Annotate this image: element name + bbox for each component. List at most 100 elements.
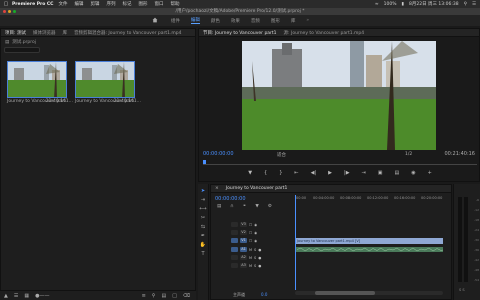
add-button-icon[interactable]: + <box>428 170 432 176</box>
add-marker-icon[interactable]: ▼ <box>255 204 258 209</box>
mute-track-button[interactable]: M <box>249 248 252 252</box>
tab-program[interactable]: 节目: Journey to Vancouver part1 <box>203 30 277 36</box>
tab-libraries[interactable]: 库 <box>62 30 67 36</box>
close-window-button[interactable] <box>3 10 6 13</box>
toggle-output-icon[interactable]: ◉ <box>254 223 257 227</box>
workspace-effects[interactable]: 效果 <box>231 18 240 24</box>
track-label[interactable]: A3 <box>240 263 247 268</box>
icon-view-icon[interactable]: ▦ <box>24 293 29 299</box>
microphone-icon[interactable]: ● <box>258 264 261 268</box>
nest-icon[interactable]: ▤ <box>217 204 221 209</box>
menu-markers[interactable]: 标记 <box>122 1 131 7</box>
mute-track-button[interactable]: M <box>249 264 252 268</box>
workspace-libraries[interactable]: 库 <box>291 18 296 24</box>
tab-sequence[interactable]: Journey to Vancouver part1 <box>226 186 288 191</box>
new-bin-icon[interactable]: ▤ <box>161 293 166 299</box>
play-icon[interactable]: ▶ <box>328 170 332 176</box>
apple-icon[interactable]:  <box>3 1 9 7</box>
track-label[interactable]: A1 <box>240 247 247 252</box>
go-to-out-icon[interactable]: ⇥ <box>362 170 366 176</box>
clock[interactable]: 8月22日 周三 13:06:38 <box>409 1 459 7</box>
export-frame-icon[interactable]: ◉ <box>411 170 415 176</box>
timeline-audio-clip[interactable] <box>295 247 443 252</box>
lock-track-icon[interactable]: ☐ <box>249 239 252 243</box>
go-to-in-icon[interactable]: ⇤ <box>294 170 298 176</box>
menu-list-icon[interactable]: ☰ <box>472 2 476 7</box>
tab-media-browser[interactable]: 媒体浏览器 <box>33 30 56 36</box>
close-tab-icon[interactable]: × <box>215 186 219 191</box>
minimize-window-button[interactable] <box>8 10 11 13</box>
microphone-icon[interactable]: ● <box>258 248 261 252</box>
workspace-assembly[interactable]: 组件 <box>171 18 180 24</box>
clip-item[interactable]: Journey to Vancouver part1... 21:40:16 <box>7 61 73 104</box>
menu-clip[interactable]: 剪辑 <box>90 1 99 7</box>
source-patch-toggle[interactable] <box>231 263 238 268</box>
toggle-output-icon[interactable]: ◉ <box>254 239 257 243</box>
mark-in-icon[interactable]: { <box>264 170 267 176</box>
menu-file[interactable]: 文件 <box>58 1 67 7</box>
program-playhead[interactable] <box>203 160 206 164</box>
fit-dropdown[interactable]: 适合 <box>277 152 286 158</box>
menu-window[interactable]: 窗口 <box>154 1 163 7</box>
workspace-editing[interactable]: 编辑 <box>190 17 200 24</box>
mark-out-icon[interactable]: } <box>279 170 282 176</box>
menu-edit[interactable]: 编辑 <box>74 1 83 7</box>
solo-track-button[interactable]: S <box>254 248 256 252</box>
track-label[interactable]: V1 <box>240 238 247 243</box>
wifi-icon[interactable]: ≈ <box>375 2 379 7</box>
tab-project[interactable]: 项目: 测试 <box>5 30 26 36</box>
source-patch-toggle[interactable] <box>231 222 238 227</box>
lock-track-icon[interactable]: ☐ <box>249 223 252 227</box>
workspace-graphics[interactable]: 图形 <box>271 18 280 24</box>
source-patch-toggle[interactable] <box>231 238 238 243</box>
menu-help[interactable]: 帮助 <box>170 1 179 7</box>
step-back-icon[interactable]: ◀| <box>311 170 317 176</box>
clip-thumbnail[interactable] <box>7 61 67 98</box>
pen-tool-icon[interactable]: ✒ <box>198 233 208 242</box>
list-view-icon[interactable]: ☰ <box>14 293 18 299</box>
solo-track-button[interactable]: S <box>254 256 256 260</box>
type-tool-icon[interactable]: T <box>198 251 208 260</box>
program-scrubber[interactable] <box>203 160 477 165</box>
source-patch-toggle[interactable] <box>231 230 238 235</box>
battery-icon[interactable]: ▮ <box>402 2 404 7</box>
delete-icon[interactable]: ⌫ <box>183 293 190 299</box>
search-icon[interactable]: ⚲ <box>464 2 467 7</box>
selection-tool-icon[interactable]: ➤ <box>198 188 208 197</box>
extract-icon[interactable]: ▤ <box>394 170 399 176</box>
menu-graphics[interactable]: 图形 <box>138 1 147 7</box>
linked-selection-icon[interactable]: ⚭ <box>243 204 247 209</box>
source-patch-toggle[interactable] <box>231 247 238 252</box>
lift-icon[interactable]: ▣ <box>378 170 383 176</box>
lock-icon[interactable]: ▲ <box>4 293 8 299</box>
home-icon[interactable] <box>152 17 158 23</box>
clip-thumbnail[interactable] <box>75 61 135 98</box>
workspace-color[interactable]: 颜色 <box>211 18 220 24</box>
tab-source[interactable]: 源: Journey to Vancouver part1.mp4 <box>284 30 365 36</box>
track-label[interactable]: A2 <box>240 255 247 260</box>
timeline-playhead[interactable] <box>295 195 296 290</box>
find-icon[interactable]: ⚲ <box>152 293 156 299</box>
step-forward-icon[interactable]: |▶ <box>344 170 350 176</box>
mute-track-button[interactable]: M <box>249 256 252 260</box>
add-marker-icon[interactable]: ▼ <box>248 170 252 176</box>
microphone-icon[interactable]: ● <box>258 256 261 260</box>
workspace-audio[interactable]: 音频 <box>251 18 260 24</box>
app-menu[interactable]: Premiere Pro CC <box>12 2 53 7</box>
clip-item[interactable]: Journey to Vancouver part1... 21:40:16 <box>75 61 141 104</box>
more-workspaces-button[interactable]: » <box>306 18 309 23</box>
snap-icon[interactable]: ∩ <box>230 204 233 209</box>
resolution-dropdown[interactable]: 1/2 <box>405 152 412 157</box>
timeline-scrollbar[interactable] <box>295 291 443 295</box>
razor-tool-icon[interactable]: ✂ <box>198 215 208 224</box>
solo-track-button[interactable]: S <box>254 264 256 268</box>
master-volume[interactable]: 0.0 <box>261 292 267 297</box>
program-timecode[interactable]: 00:00:00:00 <box>203 151 234 157</box>
slip-tool-icon[interactable]: ⇆ <box>198 224 208 233</box>
timeline-scroll-thumb[interactable] <box>315 291 375 295</box>
hand-tool-icon[interactable]: ✋ <box>198 242 208 251</box>
solo-buttons[interactable]: S S <box>459 288 465 292</box>
zoom-slider[interactable]: ●—— <box>35 293 49 299</box>
timeline-video-clip[interactable]: Journey to Vancouver part1.mp4 [V] <box>295 238 443 244</box>
timeline-ruler[interactable]: 00:00 00:04:00:00 00:08:00:00 00:12:00:0… <box>295 195 449 209</box>
